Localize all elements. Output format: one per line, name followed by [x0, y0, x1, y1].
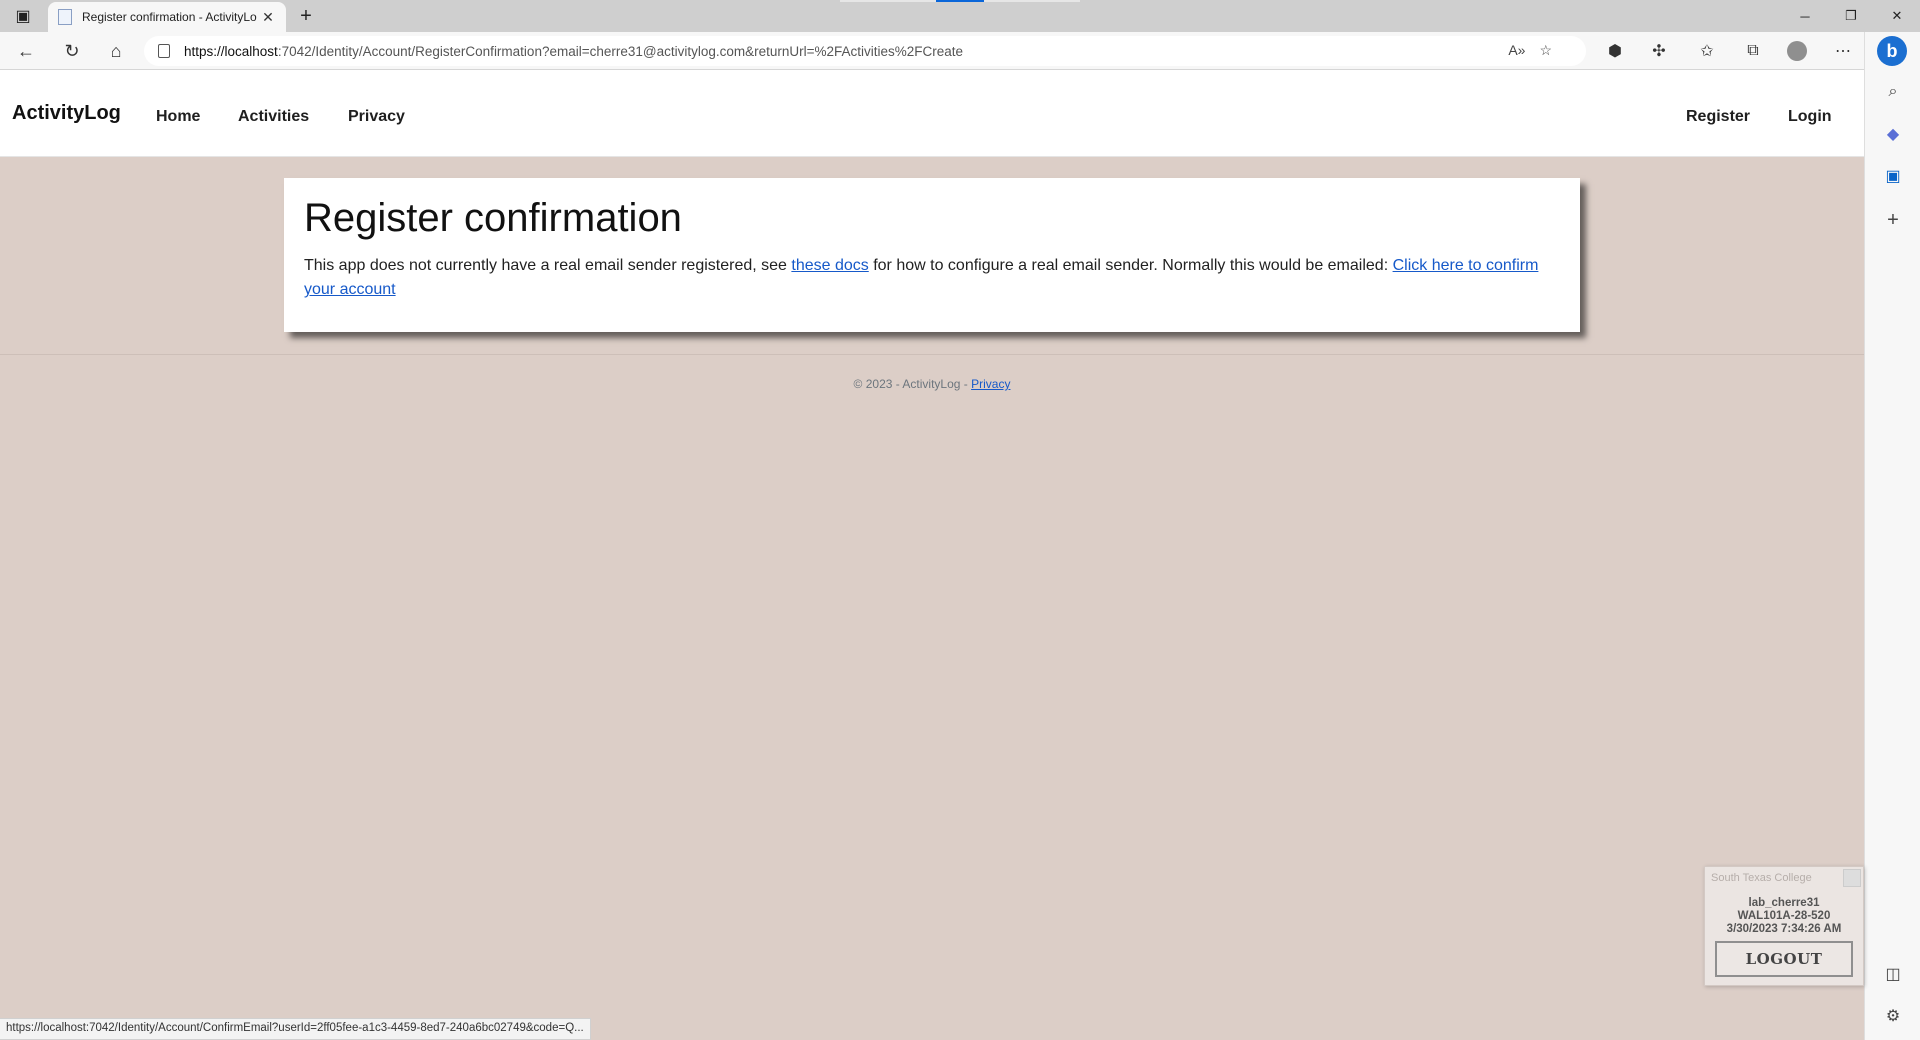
lab-session-widget: South Texas College lab_cherre31 WAL101A… [1704, 866, 1864, 986]
favorites-icon[interactable]: ✩ [1696, 40, 1718, 62]
browser-tab[interactable]: Register confirmation - ActivityLo ✕ [48, 2, 286, 32]
collections-icon[interactable]: ⧉ [1742, 40, 1764, 62]
confirmation-message: This app does not currently have a real … [304, 254, 1560, 302]
settings-icon[interactable]: ⚙ [1883, 1006, 1903, 1026]
message-text-middle: for how to configure a real email sender… [868, 257, 1393, 274]
page-title: Register confirmation [304, 196, 682, 240]
widget-close-icon[interactable] [1843, 869, 1861, 887]
nav-login-link[interactable]: Login [1788, 108, 1832, 126]
site-footer: © 2023 - ActivityLog - Privacy [0, 377, 1864, 391]
confirmation-card: Register confirmation This app does not … [284, 178, 1580, 332]
more-icon[interactable]: ⋯ [1832, 40, 1854, 62]
browser-sidebar: b ⌕ ◆ ▣ + ◫ ⚙ [1864, 32, 1920, 1040]
tab-bar: ▣ Register confirmation - ActivityLo ✕ +… [0, 0, 1920, 32]
back-icon[interactable]: ← [12, 39, 40, 63]
profile-icon[interactable] [1786, 40, 1808, 62]
sidebar-toggle-icon[interactable]: ◫ [1883, 964, 1903, 984]
copilot-icon[interactable]: ◆ [1883, 124, 1903, 144]
add-icon[interactable]: + [1883, 209, 1903, 231]
lock-icon[interactable] [158, 44, 170, 58]
extensions-icon[interactable]: ✣ [1648, 40, 1670, 62]
close-window-icon[interactable]: ✕ [1874, 0, 1920, 32]
page-favicon-icon [58, 9, 72, 25]
session-timestamp: 3/30/2023 7:34:26 AM [1726, 923, 1842, 935]
extension-puzzle-icon[interactable]: ⬢ [1604, 40, 1626, 62]
nav-activities-link[interactable]: Activities [238, 108, 309, 126]
refresh-icon[interactable]: ↻ [58, 39, 86, 63]
home-icon[interactable]: ⌂ [102, 39, 130, 63]
session-info: lab_cherre31 WAL101A-28-520 3/30/2023 7:… [1705, 897, 1863, 936]
restore-icon[interactable]: ❐ [1828, 0, 1874, 32]
org-name: South Texas College [1711, 872, 1812, 884]
session-machine: WAL101A-28-520 [1737, 910, 1831, 922]
new-tab-button[interactable]: + [294, 4, 318, 28]
site-navbar: ActivityLog Home Activities Privacy Regi… [0, 70, 1864, 157]
logout-button[interactable]: LOGOUT [1715, 941, 1853, 977]
footer-copyright: © 2023 - ActivityLog - [853, 377, 972, 391]
minimize-icon[interactable]: ─ [1782, 0, 1828, 32]
tab-actions-icon[interactable]: ▣ [12, 6, 34, 26]
brand-link[interactable]: ActivityLog [12, 102, 121, 125]
favorite-add-icon[interactable]: ☆ [1539, 42, 1552, 59]
address-toolbar: ← ↻ ⌂ https://localhost:7042/Identity/Ac… [0, 32, 1920, 70]
footer-divider [0, 354, 1864, 355]
url-path: :7042/Identity/Account/RegisterConfirmat… [277, 43, 964, 59]
window-drag-indicator [840, 0, 1080, 2]
message-text-start: This app does not currently have a real … [304, 257, 792, 274]
outlook-icon[interactable]: ▣ [1883, 166, 1903, 186]
bing-icon[interactable]: b [1877, 36, 1907, 66]
tab-title: Register confirmation - ActivityLo [82, 10, 257, 24]
status-bar-url: https://localhost:7042/Identity/Account/… [0, 1018, 591, 1040]
search-icon[interactable]: ⌕ [1883, 82, 1903, 102]
tab-close-icon[interactable]: ✕ [260, 9, 276, 26]
docs-link[interactable]: these docs [791, 257, 868, 274]
url-host: https://localhost [184, 43, 278, 59]
footer-privacy-link[interactable]: Privacy [971, 377, 1010, 391]
nav-privacy-link[interactable]: Privacy [348, 108, 405, 126]
web-page: ActivityLog Home Activities Privacy Regi… [0, 70, 1864, 1040]
window-controls: ─ ❐ ✕ [1782, 0, 1920, 32]
url-input[interactable]: https://localhost:7042/Identity/Account/… [144, 36, 1586, 66]
nav-home-link[interactable]: Home [156, 108, 200, 126]
read-aloud-icon[interactable]: A» [1508, 42, 1525, 59]
nav-register-link[interactable]: Register [1686, 108, 1750, 126]
session-user: lab_cherre31 [1748, 897, 1820, 909]
